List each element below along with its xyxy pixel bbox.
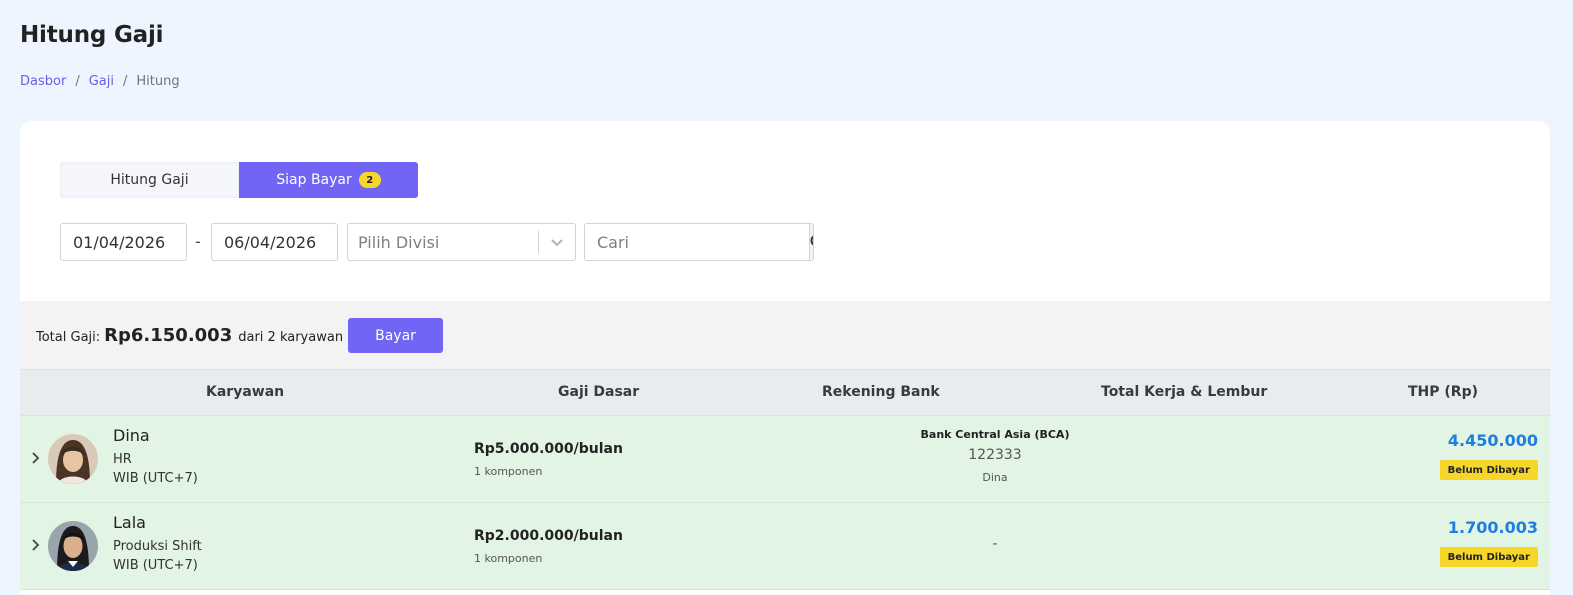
summary-bar: Total Gaji: Rp6.150.003 dari 2 karyawan … — [20, 301, 1550, 369]
breadcrumb-current: Hitung — [136, 74, 180, 89]
page-title: Hitung Gaji — [20, 22, 164, 48]
search-icon — [810, 235, 813, 246]
breadcrumb-dasbor[interactable]: Dasbor — [20, 74, 66, 89]
salary-components: 1 komponen — [474, 465, 543, 478]
total-label: Total Gaji: — [36, 330, 101, 345]
pay-button[interactable]: Bayar — [348, 318, 443, 353]
employee-name[interactable]: Dina — [113, 426, 150, 445]
salary-components: 1 komponen — [474, 552, 543, 565]
column-header-rekening-bank: Rekening Bank — [822, 384, 940, 400]
count-badge: 2 — [358, 172, 381, 188]
search-group — [584, 223, 814, 261]
payroll-card: Hitung Gaji Siap Bayar 2 01/04/2026 - 06… — [20, 121, 1550, 595]
breadcrumb: Dasbor / Gaji / Hitung — [20, 74, 180, 89]
table-row[interactable]: Lala Produksi Shift WIB (UTC+7) Rp2.000.… — [20, 503, 1550, 590]
breadcrumb-gaji[interactable]: Gaji — [89, 74, 114, 89]
chevron-right-icon[interactable] — [30, 450, 42, 466]
tab-label: Hitung Gaji — [110, 172, 189, 188]
total-summary: Total Gaji: Rp6.150.003 dari 2 karyawan — [36, 325, 343, 346]
date-range-separator: - — [195, 232, 201, 251]
bank-name: Bank Central Asia (BCA) — [920, 428, 1070, 441]
employee-division: Produksi Shift — [113, 539, 202, 554]
search-button[interactable] — [809, 224, 813, 260]
tab-hitung-gaji[interactable]: Hitung Gaji — [60, 162, 239, 198]
breadcrumb-separator: / — [122, 74, 128, 89]
tab-siap-bayar[interactable]: Siap Bayar 2 — [239, 162, 418, 198]
column-header-total-kerja: Total Kerja & Lembur — [1101, 384, 1268, 400]
table-header: Karyawan Gaji Dasar Rekening Bank Total … — [20, 369, 1550, 416]
employee-timezone: WIB (UTC+7) — [113, 558, 198, 573]
bank-account-empty: - — [992, 536, 998, 552]
status-badge: Belum Dibayar — [1439, 547, 1538, 567]
employee-count: dari 2 karyawan — [238, 330, 344, 345]
column-header-gaji-dasar: Gaji Dasar — [558, 384, 640, 400]
breadcrumb-separator: / — [75, 74, 80, 89]
employee-name[interactable]: Lala — [113, 513, 146, 532]
search-input[interactable] — [585, 224, 809, 260]
tab-group: Hitung Gaji Siap Bayar 2 — [60, 162, 418, 198]
division-select[interactable]: Pilih Divisi — [347, 223, 576, 261]
chevron-down-icon[interactable] — [539, 235, 575, 249]
avatar — [48, 434, 98, 484]
base-salary: Rp2.000.000/bulan — [474, 528, 623, 544]
column-header-thp: THP (Rp) — [1408, 384, 1478, 400]
avatar — [48, 521, 98, 571]
base-salary: Rp5.000.000/bulan — [474, 441, 623, 457]
employee-division: HR — [113, 452, 132, 467]
bank-account-number: 122333 — [968, 447, 1022, 463]
take-home-pay: 1.700.003 — [1447, 518, 1538, 537]
column-header-karyawan: Karyawan — [206, 384, 285, 400]
employee-timezone: WIB (UTC+7) — [113, 471, 198, 486]
date-to-input[interactable]: 06/04/2026 — [211, 223, 338, 261]
division-placeholder: Pilih Divisi — [358, 232, 440, 252]
total-amount: Rp6.150.003 — [104, 325, 233, 346]
table-row[interactable]: Dina HR WIB (UTC+7) Rp5.000.000/bulan 1 … — [20, 416, 1550, 503]
bank-account-holder: Dina — [982, 471, 1008, 484]
chevron-right-icon[interactable] — [30, 537, 42, 553]
date-from-input[interactable]: 01/04/2026 — [60, 223, 187, 261]
status-badge: Belum Dibayar — [1439, 460, 1538, 480]
tab-label: Siap Bayar — [276, 172, 352, 188]
take-home-pay: 4.450.000 — [1447, 431, 1538, 450]
